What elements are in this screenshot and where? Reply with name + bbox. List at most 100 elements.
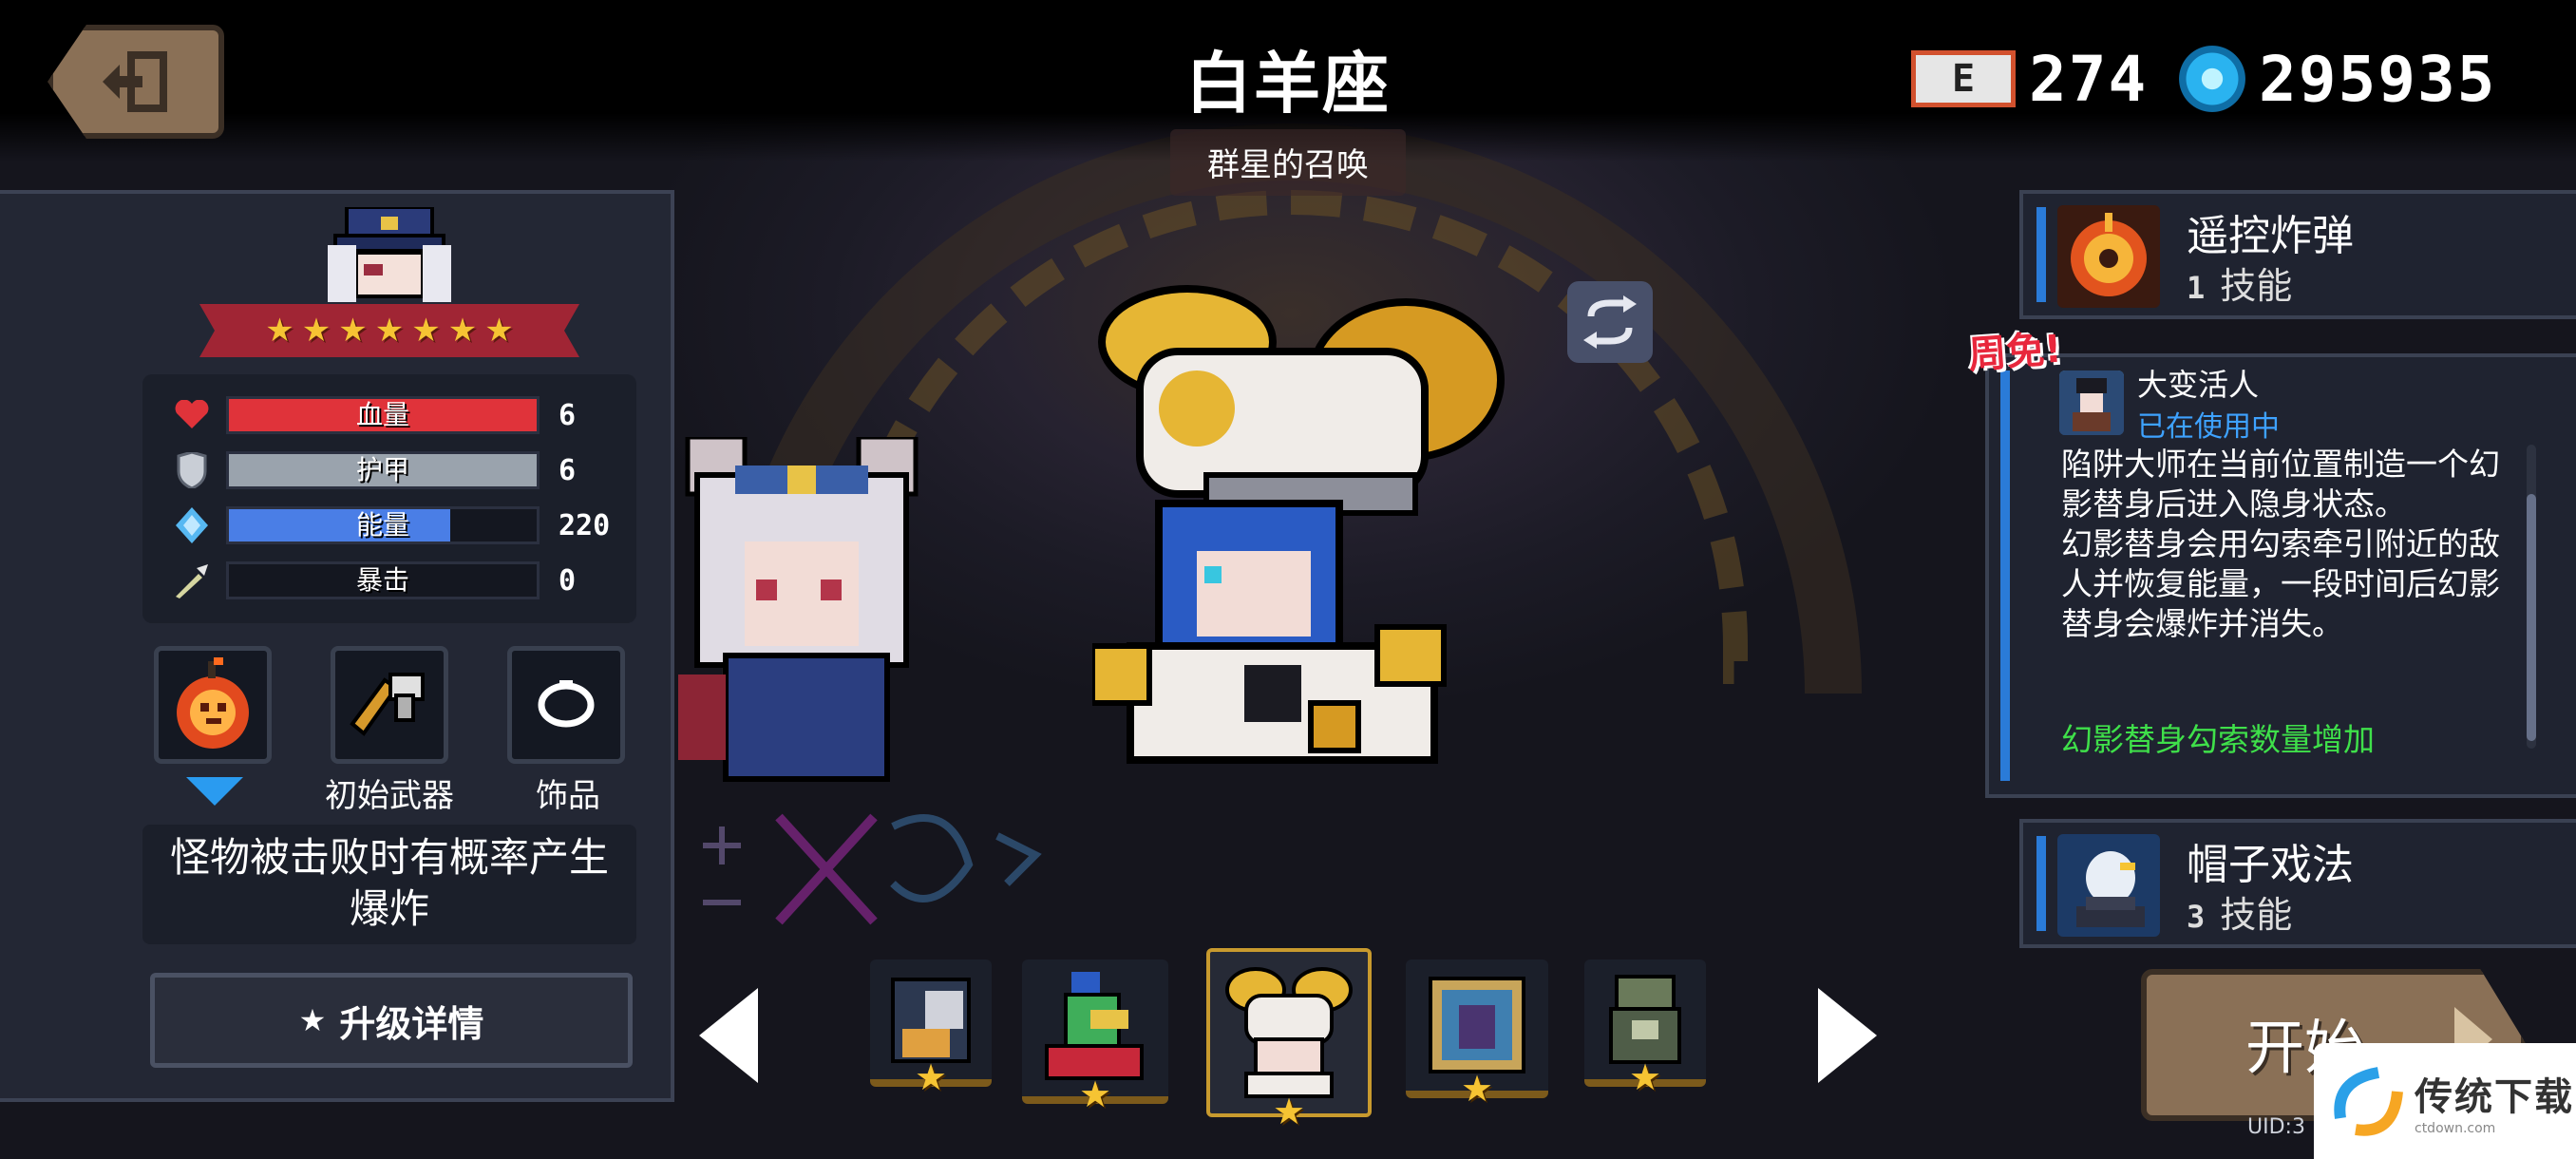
- skin-4-star: ★: [1460, 1068, 1494, 1110]
- skin-2-thumbnail: [1045, 972, 1144, 1080]
- stat-bar: 护甲: [226, 451, 540, 489]
- watermark-text-block: 传统下载 ctdown.com: [2415, 1066, 2574, 1136]
- passive-skill-slot[interactable]: [154, 646, 272, 764]
- skin-1-thumbnail: [891, 978, 971, 1063]
- talent-bonus: 幻影替身勾索数量增加: [2061, 721, 2375, 758]
- stat-row: 暴击 0: [171, 557, 617, 604]
- watermark-logo: [2334, 1067, 2403, 1136]
- talent-status: 已在使用中: [2137, 410, 2280, 444]
- ring-icon: [538, 680, 595, 728]
- stat-value: 6: [559, 398, 577, 432]
- hero-sprite-aries-skin: [1092, 285, 1505, 764]
- upgrade-details-button[interactable]: ★ 升级详情: [150, 973, 633, 1068]
- skin-option-3-selected[interactable]: ★: [1206, 948, 1372, 1132]
- swap-skin-button[interactable]: [1567, 281, 1653, 363]
- swap-arrows-icon: [1583, 295, 1637, 349]
- next-skin-arrow[interactable]: [1818, 988, 1877, 1083]
- skill-type-top: 1 技能: [2187, 256, 2292, 309]
- stat-row: 能量 220: [171, 502, 617, 549]
- skin-option-5[interactable]: ★: [1584, 960, 1706, 1098]
- skill-type-bottom: 3 技能: [2187, 885, 2292, 938]
- stat-value: 0: [559, 563, 577, 598]
- talent-description: 陷阱大师在当前位置制造一个幻影替身后进入隐身状态。 幻影替身会用勾索牵引附近的敌…: [2061, 446, 2500, 642]
- initial-weapon-label: 初始武器: [325, 777, 454, 815]
- crit-sword-icon: [171, 560, 213, 601]
- skill-type-label-bottom: 技能: [2220, 894, 2293, 936]
- hero-star-icon: ★: [447, 312, 478, 350]
- skill-card-remote-bomb[interactable]: 遥控炸弹 1 技能: [2019, 190, 2576, 319]
- watermark-title: 传统下载: [2415, 1075, 2574, 1119]
- talent-scrollbar-thumb[interactable]: [2527, 494, 2536, 741]
- remote-bomb-icon: [2057, 205, 2160, 308]
- skin-2-star: ★: [1078, 1074, 1112, 1115]
- skill-number-bottom: 3: [2187, 899, 2206, 935]
- stat-row: 血量 6: [171, 391, 617, 439]
- initial-weapon-slot[interactable]: [331, 646, 448, 764]
- hero-star-icon: ★: [338, 312, 368, 350]
- energy-crystal-icon: [171, 504, 213, 546]
- stat-label: 暴击: [355, 564, 409, 596]
- gem-currency: 295935: [2179, 43, 2496, 116]
- heart-icon: [171, 394, 213, 436]
- companion-pet-sprite: [678, 437, 919, 782]
- stat-bar: 血量: [226, 396, 540, 434]
- skill-name-bottom: 帽子戏法: [2187, 841, 2354, 889]
- e-chip-icon: E: [1911, 50, 2016, 107]
- talent-card-accent-bar: [2000, 370, 2010, 781]
- floor-doodle-decoration: [703, 813, 1042, 925]
- skin-option-2[interactable]: ★: [1022, 960, 1168, 1115]
- hero-star-icon: ★: [301, 312, 331, 350]
- stat-value: 220: [559, 508, 611, 542]
- shield-icon: [171, 449, 213, 491]
- stat-label: 能量: [355, 509, 409, 541]
- skill-name-top: 遥控炸弹: [2187, 212, 2354, 260]
- skin-option-4[interactable]: ★: [1406, 960, 1548, 1110]
- stat-label: 血量: [355, 399, 409, 430]
- hat-trick-dove-icon: [2057, 834, 2160, 937]
- skill-card-accent-bar: [2036, 836, 2046, 931]
- accessory-slot[interactable]: [507, 646, 625, 764]
- hero-star-icon: ★: [411, 312, 441, 350]
- skill-type-label-top: 技能: [2220, 265, 2293, 307]
- skull-bomb-icon: [177, 657, 249, 749]
- selected-slot-arrow-icon: [186, 777, 243, 806]
- stat-value: 6: [559, 453, 577, 487]
- skin-3-thumbnail: [1225, 967, 1353, 1098]
- watermark-url: ctdown.com: [2415, 1121, 2496, 1136]
- e-chip-currency: E 274: [1911, 43, 2148, 116]
- previous-skin-arrow[interactable]: [699, 988, 758, 1083]
- stat-label: 护甲: [355, 454, 409, 485]
- upgrade-details-label: 升级详情: [339, 1002, 484, 1045]
- skin-option-1[interactable]: ★: [870, 960, 992, 1098]
- exit-icon: [103, 51, 167, 112]
- talent-name: 大变活人: [2137, 367, 2260, 403]
- stat-row: 护甲 6: [171, 446, 617, 494]
- e-chip-count: 274: [2029, 42, 2149, 116]
- gem-count: 295935: [2259, 42, 2497, 116]
- skin-4-thumbnail: [1429, 977, 1525, 1074]
- skin-1-star: ★: [914, 1056, 948, 1098]
- site-watermark: 传统下载 ctdown.com: [2314, 1043, 2576, 1159]
- stat-bar: 暴击: [226, 561, 540, 599]
- weapon-icon: [350, 673, 425, 736]
- weekly-free-badge: 周免!: [1966, 327, 2064, 378]
- hero-star-icon: ★: [374, 312, 405, 350]
- passive-description: 怪物被击败时有概率产生爆炸: [142, 825, 636, 944]
- star-icon: ★: [298, 1002, 327, 1038]
- hero-star-ribbon: ★ ★ ★ ★ ★ ★ ★: [199, 304, 579, 357]
- skill-card-accent-bar: [2036, 207, 2046, 302]
- hero-portrait: [328, 207, 451, 302]
- page-title: 白羊座: [1185, 45, 1391, 123]
- stat-bar: 能量: [226, 506, 540, 544]
- transformation-talent-icon: [2059, 370, 2124, 435]
- accessory-label: 饰品: [536, 777, 600, 815]
- skill-number-top: 1: [2187, 270, 2206, 306]
- user-id: UID:3: [2247, 1115, 2305, 1139]
- hero-star-icon: ★: [484, 312, 514, 350]
- page-subtitle: 群星的召唤: [1207, 146, 1369, 184]
- hero-star-icon: ★: [265, 312, 294, 350]
- skill-card-hat-trick[interactable]: 帽子戏法 3 技能: [2019, 819, 2576, 948]
- skin-5-star: ★: [1628, 1056, 1662, 1098]
- skin-3-star: ★: [1272, 1091, 1306, 1132]
- blue-gem-icon: [2179, 46, 2245, 112]
